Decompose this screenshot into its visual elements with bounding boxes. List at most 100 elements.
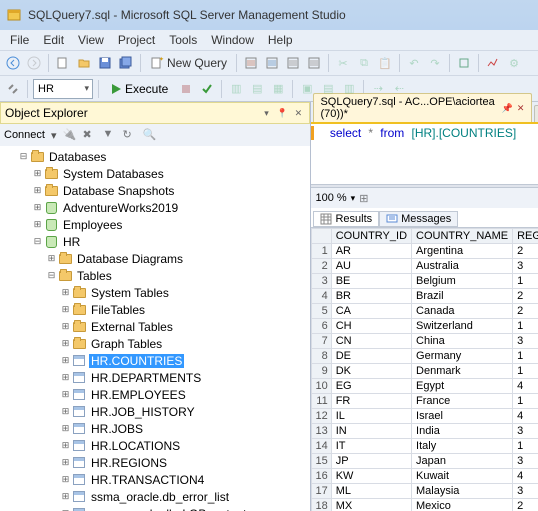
expand-icon[interactable]: ⊞ [60,287,71,298]
oe-refresh-icon[interactable]: ↻ [123,128,137,142]
tree-node[interactable]: ⊞System Tables [0,284,310,301]
close-icon[interactable]: ✕ [291,106,305,120]
query-type-icon-2[interactable] [263,54,281,72]
zoom-tool-icon[interactable]: ⊞ [359,192,368,205]
tree-node[interactable]: ⊞Database Diagrams [0,250,310,267]
tree-node[interactable]: ⊞Employees [0,216,310,233]
open-icon[interactable] [75,54,93,72]
cell[interactable]: DE [331,349,411,364]
cell[interactable]: 2 [513,304,538,319]
expand-icon[interactable]: ⊞ [32,185,43,196]
tree-node[interactable]: ⊞ssma_oracle.db_error_list [0,488,310,505]
cell[interactable]: BR [331,289,411,304]
results-tab[interactable]: Results [313,211,379,227]
tree-node[interactable]: ⊞HR.EMPLOYEES [0,386,310,403]
cell[interactable]: MX [331,499,411,511]
parse-icon[interactable] [198,80,216,98]
tree-node[interactable]: ⊞HR.JOBS [0,420,310,437]
copy-icon[interactable]: ⧉ [355,54,373,72]
cell[interactable]: Belgium [412,274,513,289]
table-row[interactable]: 8DEGermany1 [312,349,538,364]
oe-tool-icon-1[interactable]: 🔌 [63,128,77,142]
expand-icon[interactable]: ⊞ [32,219,43,230]
table-row[interactable]: 17MLMalaysia3 [312,484,538,499]
cell[interactable]: Egypt [412,379,513,394]
result-mode-icon-3[interactable]: ▥ [340,80,358,98]
table-row[interactable]: 10EGEgypt4 [312,379,538,394]
query-type-icon-3[interactable] [284,54,302,72]
comment-icon[interactable]: ⇢ [369,80,387,98]
plan-icon-3[interactable]: ▦ [269,80,287,98]
expand-icon[interactable]: ⊞ [60,321,71,332]
pin-icon[interactable]: 📍 [275,106,289,120]
table-row[interactable]: 2AUAustralia3 [312,259,538,274]
result-mode-icon-2[interactable]: ▤ [319,80,337,98]
tree-node[interactable]: ⊞HR.JOB_HISTORY [0,403,310,420]
table-row[interactable]: 15JPJapan3 [312,454,538,469]
save-icon[interactable] [96,54,114,72]
uncomment-icon[interactable]: ⇠ [390,80,408,98]
connect-icon[interactable] [4,80,22,98]
tree-node[interactable]: ⊟Databases [0,148,310,165]
cell[interactable]: 1 [513,364,538,379]
cell[interactable]: 3 [513,334,538,349]
table-row[interactable]: 7CNChina3 [312,334,538,349]
cell[interactable]: India [412,424,513,439]
expand-icon[interactable]: ⊞ [60,474,71,485]
sql-editor[interactable]: select * from [HR].[COUNTRIES] [311,124,538,184]
new-query-button[interactable]: ✦ New Query [146,56,231,70]
activity-icon[interactable] [484,54,502,72]
cell[interactable]: KW [331,469,411,484]
table-row[interactable]: 18MXMexico2 [312,499,538,511]
cell[interactable]: 1 [513,439,538,454]
properties-icon[interactable] [455,54,473,72]
expand-icon[interactable]: ⊞ [60,355,71,366]
cell[interactable]: AU [331,259,411,274]
cell[interactable]: 2 [513,289,538,304]
cell[interactable]: EG [331,379,411,394]
menu-view[interactable]: View [72,31,110,49]
query-type-icon-1[interactable] [242,54,260,72]
cell[interactable]: Israel [412,409,513,424]
save-all-icon[interactable] [117,54,135,72]
cell[interactable]: 1 [513,394,538,409]
cell[interactable]: 2 [513,499,538,511]
menu-help[interactable]: Help [262,31,299,49]
tree-node[interactable]: ⊞HR.DEPARTMENTS [0,369,310,386]
menu-edit[interactable]: Edit [37,31,70,49]
expand-icon[interactable]: ⊞ [60,338,71,349]
nav-back-icon[interactable] [4,54,22,72]
connect-label[interactable]: Connect [4,129,45,141]
expand-icon[interactable]: ⊞ [60,491,71,502]
cell[interactable]: Canada [412,304,513,319]
tree-node[interactable]: ⊟HR [0,233,310,250]
tree-node[interactable]: ⊞AdventureWorks2019 [0,199,310,216]
new-item-icon[interactable] [54,54,72,72]
table-row[interactable]: 6CHSwitzerland1 [312,319,538,334]
tree-node[interactable]: ⊞System Databases [0,165,310,182]
table-row[interactable]: 4BRBrazil2 [312,289,538,304]
tree-node[interactable]: ⊞HR.REGIONS [0,454,310,471]
cell[interactable]: AR [331,244,411,259]
cut-icon[interactable]: ✂ [334,54,352,72]
cell[interactable]: BE [331,274,411,289]
cell[interactable]: France [412,394,513,409]
cell[interactable]: ML [331,484,411,499]
expand-icon[interactable]: ⊞ [60,389,71,400]
execute-button[interactable]: Execute [104,79,174,99]
connect-dropdown-icon[interactable]: ▾ [51,129,57,142]
tree-node[interactable]: ⊞HR.COUNTRIES [0,352,310,369]
cell[interactable]: IT [331,439,411,454]
expand-icon[interactable]: ⊞ [60,423,71,434]
tree-node[interactable]: ⊞HR.LOCATIONS [0,437,310,454]
collapse-icon[interactable]: ⊟ [46,270,57,281]
cell[interactable]: Brazil [412,289,513,304]
cell[interactable]: Argentina [412,244,513,259]
column-header[interactable]: COUNTRY_NAME [412,229,513,244]
dropdown-icon[interactable]: ▾ [259,106,273,120]
cell[interactable]: Malaysia [412,484,513,499]
collapse-icon[interactable]: ⊟ [18,151,29,162]
expand-icon[interactable]: ⊞ [60,440,71,451]
menu-tools[interactable]: Tools [163,31,203,49]
cell[interactable]: 3 [513,454,538,469]
